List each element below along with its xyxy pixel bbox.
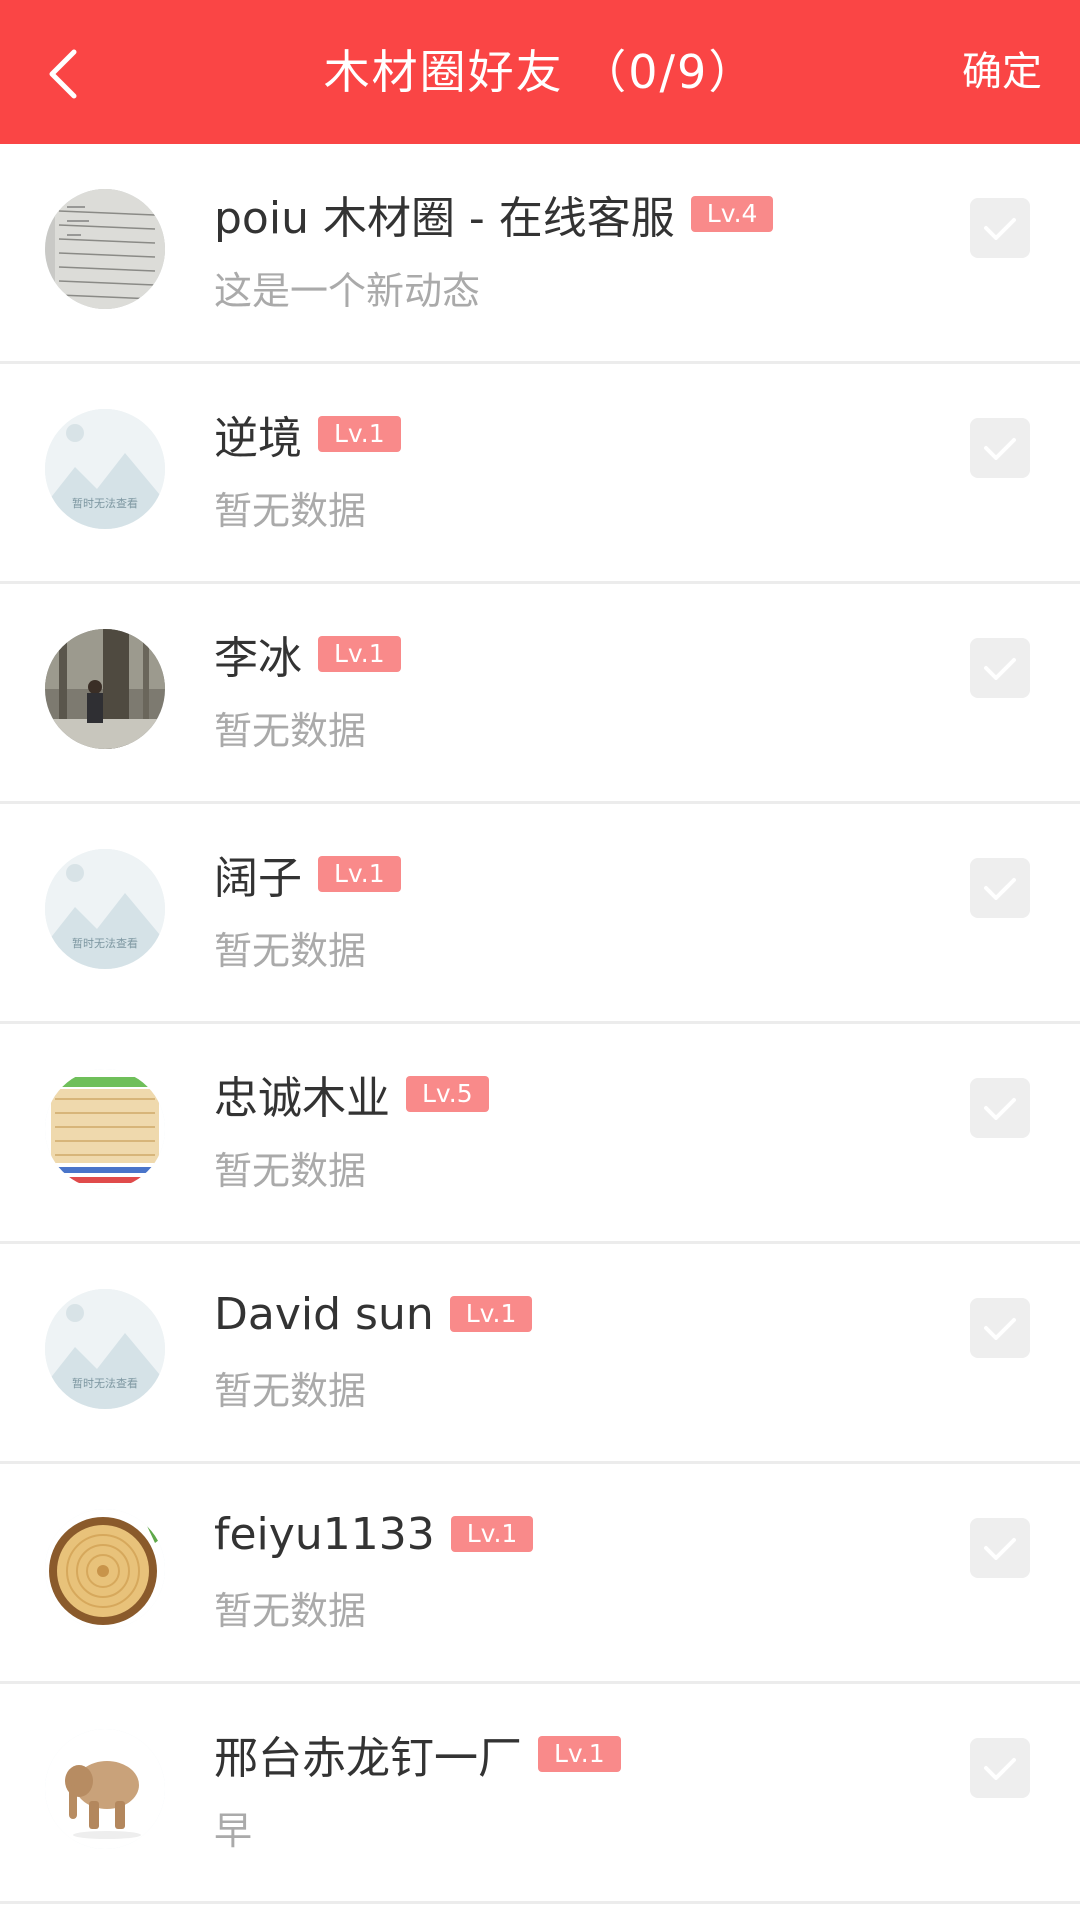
check-icon: [984, 658, 1016, 680]
select-checkbox[interactable]: [970, 858, 1030, 918]
level-badge: Lv.1: [449, 1296, 533, 1332]
friend-name: 邢台赤龙钉一厂: [214, 1733, 522, 1784]
friend-row[interactable]: 邢台赤龙钉一厂 Lv.1 早: [0, 1684, 1080, 1904]
level-badge: Lv.5: [406, 1076, 489, 1112]
select-checkbox[interactable]: [970, 1078, 1030, 1138]
name-line: feiyu1133 Lv.1: [214, 1504, 534, 1564]
check-icon: [984, 1098, 1016, 1120]
check-icon: [984, 1318, 1016, 1340]
select-checkbox[interactable]: [970, 418, 1030, 478]
avatar: [45, 189, 165, 309]
avatar: 暂时无法查看: [45, 409, 165, 529]
friend-status: 暂无数据: [214, 1149, 367, 1193]
friend-row[interactable]: poiu 木材圈 - 在线客服 Lv.4 这是一个新动态: [0, 144, 1080, 364]
avatar: 暂时无法查看: [45, 849, 165, 969]
placeholder-caption: 暂时无法查看: [72, 496, 138, 510]
friend-row[interactable]: 李冰 Lv.1 暂无数据: [0, 584, 1080, 804]
friend-name: 逆境: [214, 413, 302, 464]
name-line: poiu 木材圈 - 在线客服 Lv.4: [214, 184, 774, 244]
friend-list: poiu 木材圈 - 在线客服 Lv.4 这是一个新动态 暂时无法查看 逆境 L…: [0, 144, 1080, 1904]
friend-name: feiyu1133: [214, 1508, 435, 1560]
check-icon: [984, 1538, 1016, 1560]
placeholder-caption: 暂时无法查看: [72, 936, 138, 950]
name-line: 邢台赤龙钉一厂 Lv.1: [214, 1724, 621, 1784]
placeholder-caption: 暂时无法查看: [72, 1376, 138, 1390]
check-icon: [984, 1758, 1016, 1780]
select-checkbox[interactable]: [970, 1738, 1030, 1798]
friend-row[interactable]: 暂时无法查看 阔子 Lv.1 暂无数据: [0, 804, 1080, 1024]
friend-status: 这是一个新动态: [214, 269, 481, 313]
avatar: [45, 1069, 165, 1189]
select-checkbox[interactable]: [970, 1298, 1030, 1358]
placeholder-image-icon: 暂时无法查看: [45, 849, 165, 969]
friend-status: 暂无数据: [214, 489, 367, 533]
level-badge: Lv.1: [450, 1516, 534, 1552]
level-badge: Lv.1: [318, 856, 401, 892]
friend-row[interactable]: feiyu1133 Lv.1 暂无数据: [0, 1464, 1080, 1684]
check-icon: [984, 218, 1016, 240]
check-icon: [984, 438, 1016, 460]
avatar: [45, 1729, 165, 1849]
friend-name: David sun: [214, 1288, 434, 1340]
level-badge: Lv.1: [538, 1736, 621, 1772]
select-checkbox[interactable]: [970, 1518, 1030, 1578]
avatar: [45, 629, 165, 749]
name-line: 李冰 Lv.1: [214, 624, 401, 684]
name-line: David sun Lv.1: [214, 1284, 533, 1344]
confirm-button[interactable]: 确定: [962, 0, 1042, 144]
name-line: 忠诚木业 Lv.5: [214, 1064, 489, 1124]
friend-name: poiu 木材圈 - 在线客服: [214, 193, 675, 244]
friend-status: 暂无数据: [214, 709, 367, 753]
friend-status: 暂无数据: [214, 1369, 367, 1413]
friend-row[interactable]: 暂时无法查看 逆境 Lv.1 暂无数据: [0, 364, 1080, 584]
friend-status: 暂无数据: [214, 929, 367, 973]
placeholder-image-icon: 暂时无法查看: [45, 1289, 165, 1409]
friend-name: 忠诚木业: [214, 1073, 390, 1124]
friend-name: 李冰: [214, 633, 302, 684]
friend-status: 暂无数据: [214, 1589, 367, 1633]
level-badge: Lv.4: [690, 196, 774, 232]
avatar: 暂时无法查看: [45, 1289, 165, 1409]
check-icon: [984, 878, 1016, 900]
avatar: [45, 1509, 165, 1629]
level-badge: Lv.1: [318, 636, 401, 672]
placeholder-image-icon: 暂时无法查看: [45, 409, 165, 529]
friend-row[interactable]: 暂时无法查看 David sun Lv.1 暂无数据: [0, 1244, 1080, 1464]
top-bar: 木材圈好友 （0/9） 确定: [0, 0, 1080, 144]
name-line: 逆境 Lv.1: [214, 404, 401, 464]
friend-status: 早: [214, 1809, 253, 1853]
select-checkbox[interactable]: [970, 198, 1030, 258]
friend-name: 阔子: [214, 853, 302, 904]
select-checkbox[interactable]: [970, 638, 1030, 698]
friend-row[interactable]: 忠诚木业 Lv.5 暂无数据: [0, 1024, 1080, 1244]
name-line: 阔子 Lv.1: [214, 844, 401, 904]
page-title: 木材圈好友 （0/9）: [323, 45, 757, 99]
level-badge: Lv.1: [318, 416, 401, 452]
